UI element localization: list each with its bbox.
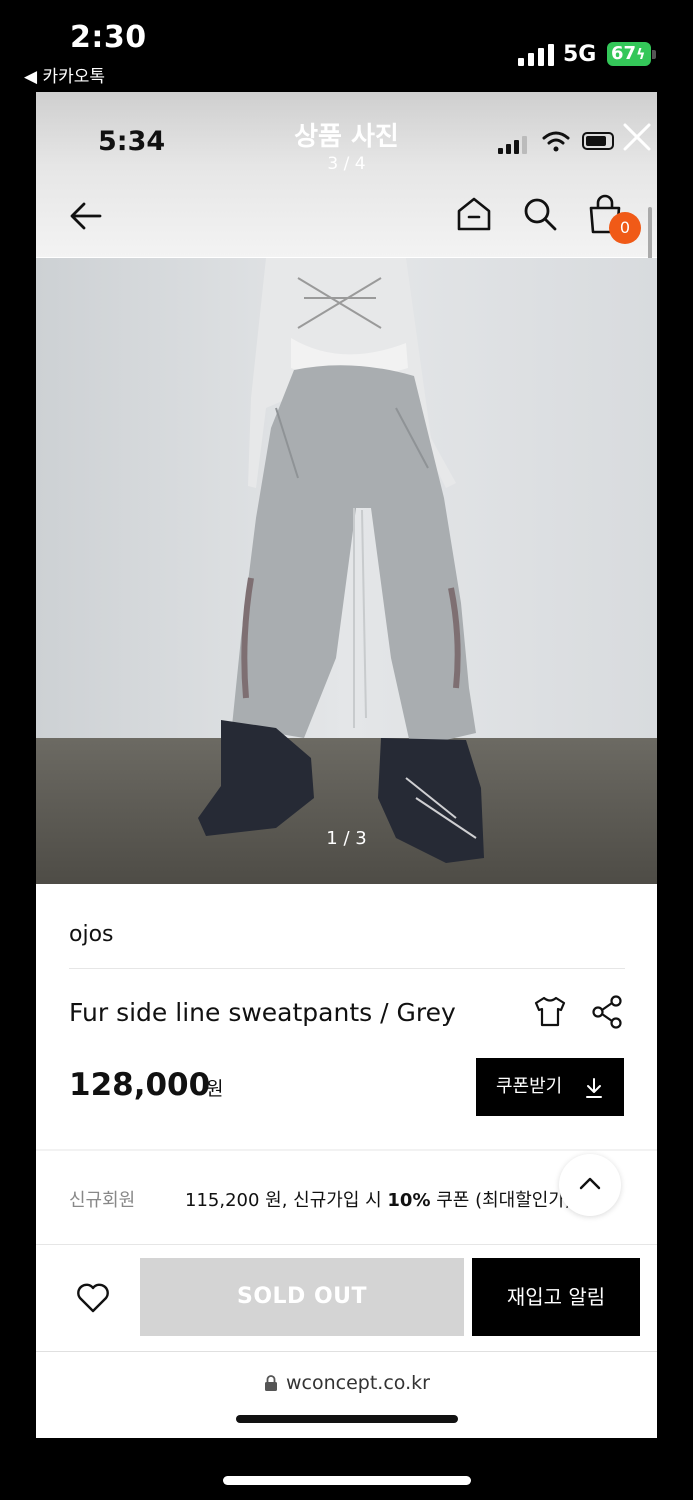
section-divider [36,1149,657,1151]
inner-battery-icon [582,132,614,150]
lock-icon [265,1375,277,1391]
divider [36,1244,657,1245]
product-price: 128,000 [69,1067,211,1103]
member-coupon-text: 쿠폰 (최대할인가, [430,1190,571,1211]
tshirt-icon[interactable] [532,994,568,1030]
cellular-signal-icon [518,44,554,66]
share-icon[interactable] [590,994,624,1030]
screenshot-card: 5:34 상품 사진 3 / 4 0 1 / 3 ojos Fur side l… [36,92,657,1438]
get-coupon-label: 쿠폰받기 [496,1076,563,1097]
sold-out-button[interactable]: SOLD OUT [140,1258,464,1336]
back-arrow-icon[interactable] [68,200,104,232]
viewer-count: 3 / 4 [327,154,366,174]
charging-bolt-icon: ϟ [636,47,646,63]
product-title: Fur side line sweatpants / Grey [69,998,456,1027]
browser-bar-divider [36,1351,657,1352]
new-member-price-info: 115,200 원, 신규가입 시 10% 쿠폰 (최대할인가, [185,1186,571,1212]
brand-name[interactable]: ojos [69,922,114,947]
close-icon[interactable] [622,122,652,152]
divider [69,968,625,969]
heart-icon[interactable] [76,1282,110,1314]
battery-level: 67 [611,43,637,64]
outer-time: 2:30 [70,20,147,55]
search-icon[interactable] [522,196,558,232]
member-discount: 10% [387,1190,431,1211]
photo-counter: 1 / 3 [326,828,367,849]
product-photo[interactable] [36,258,657,884]
inner-signal-icon [498,136,527,154]
back-to-app-link[interactable]: ◀ 카카오톡 [24,62,105,87]
home-icon[interactable] [456,196,492,232]
cart-count-badge: 0 [609,212,641,244]
product-photo-image [36,258,657,884]
scroll-to-top-button[interactable] [559,1154,621,1216]
network-type: 5G [563,42,597,67]
battery-indicator: 67ϟ [607,42,651,66]
chevron-up-icon [579,1177,601,1190]
member-price-text: 115,200 원, 신규가입 시 [185,1190,388,1211]
download-icon [586,1078,602,1098]
browser-url[interactable]: wconcept.co.kr [286,1372,430,1394]
price-currency: 원 [206,1078,224,1100]
wifi-icon [542,131,570,152]
restock-alert-button[interactable]: 재입고 알림 [472,1258,640,1336]
battery-tip [652,50,656,59]
new-member-label: 신규회원 [69,1190,136,1211]
home-indicator[interactable] [223,1476,471,1485]
inner-home-indicator [236,1415,458,1423]
